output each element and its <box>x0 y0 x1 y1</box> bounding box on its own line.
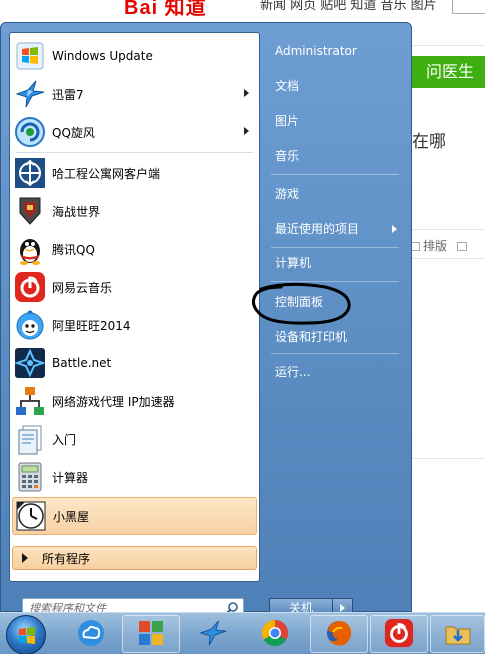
divider <box>410 258 485 259</box>
right-item-label: 图片 <box>275 114 300 128</box>
image-icon <box>457 242 468 251</box>
program-netease-music[interactable]: 网易云音乐 <box>12 268 257 306</box>
baidu-zhidao-logo[interactable]: Bai 知道 <box>124 0 207 20</box>
program-battlenet[interactable]: Battle.net <box>12 344 257 382</box>
getting-started-icon <box>14 423 46 455</box>
program-label: 腾讯QQ <box>52 242 95 257</box>
start-orb-icon[interactable] <box>6 615 46 654</box>
expand-arrow-icon <box>22 553 28 563</box>
program-xiaoheiwu[interactable]: 小黑屋 <box>12 497 257 535</box>
right-item-run[interactable]: 运行... <box>267 359 403 385</box>
program-tencent-qq[interactable]: 腾讯QQ <box>12 230 257 268</box>
right-item-music[interactable]: 音乐 <box>267 143 403 169</box>
taskbar-downloads-folder[interactable] <box>430 615 485 653</box>
cloud-sync-icon <box>76 618 106 651</box>
divider <box>271 353 399 354</box>
right-item-label: 计算机 <box>275 256 312 270</box>
metro-tiles-icon <box>137 619 165 650</box>
top-nav-links[interactable]: 新闻 网页 贴吧 知道 音乐 图片 <box>260 0 437 13</box>
netease-music-icon <box>384 618 414 651</box>
taskbar <box>0 612 485 654</box>
right-item-label: 运行... <box>275 365 311 379</box>
program-qq-xuanfeng[interactable]: QQ旋风 <box>12 113 257 151</box>
program-label: 入门 <box>52 432 77 447</box>
taskbar-chrome[interactable] <box>246 615 304 653</box>
folder-download-icon <box>443 618 473 651</box>
firefox-icon <box>324 618 354 651</box>
right-item-administrator[interactable]: Administrator <box>267 38 403 64</box>
programs-pane: Windows Update 迅雷7 QQ旋风 哈工程公寓网客户端 海战世界 腾… <box>9 32 260 582</box>
layout-label: 排版 <box>423 239 448 253</box>
divider <box>271 174 399 175</box>
program-game-ip-accelerator[interactable]: 网络游戏代理 IP加速器 <box>12 382 257 420</box>
start-menu: Windows Update 迅雷7 QQ旋风 哈工程公寓网客户端 海战世界 腾… <box>0 22 412 618</box>
network-accelerator-icon <box>14 385 46 417</box>
right-item-label: 最近使用的项目 <box>275 222 360 236</box>
program-label: 网易云音乐 <box>52 280 113 295</box>
submenu-arrow-icon[interactable] <box>244 127 249 135</box>
program-label: QQ旋风 <box>52 125 95 140</box>
right-item-documents[interactable]: 文档 <box>267 73 403 99</box>
divider <box>410 45 485 46</box>
program-xunlei7[interactable]: 迅雷7 <box>12 75 257 113</box>
program-label: 小黑屋 <box>53 509 90 524</box>
program-getting-started[interactable]: 入门 <box>12 420 257 458</box>
taskbar-cloud-sync[interactable] <box>62 615 120 653</box>
qq-penguin-icon <box>14 233 46 265</box>
hand-drawn-circle-annotation <box>252 282 351 325</box>
warship-icon <box>14 195 46 227</box>
submenu-arrow-icon <box>392 225 397 233</box>
program-aliwangwang[interactable]: 阿里旺旺2014 <box>12 306 257 344</box>
program-calculator[interactable]: 计算器 <box>12 458 257 496</box>
top-search-box[interactable] <box>452 0 485 14</box>
ask-doctor-tab[interactable]: 问医生 <box>412 56 485 88</box>
calculator-icon <box>14 461 46 493</box>
divider <box>16 152 253 153</box>
right-item-recent-items[interactable]: 最近使用的项目 <box>267 216 403 242</box>
battlenet-icon <box>13 347 47 379</box>
taskbar-firefox[interactable] <box>310 615 368 653</box>
netease-music-icon <box>14 271 46 303</box>
right-item-label: 设备和打印机 <box>275 330 348 344</box>
clock-icon <box>15 500 47 532</box>
program-label: 海战世界 <box>52 204 101 219</box>
program-label: 哈工程公寓网客户端 <box>52 166 161 181</box>
xunlei-bird-icon <box>198 618 228 651</box>
right-item-pictures[interactable]: 图片 <box>267 108 403 134</box>
all-programs-label: 所有程序 <box>42 551 91 566</box>
submenu-arrow-icon[interactable] <box>244 89 249 97</box>
right-item-label: 文档 <box>275 79 300 93</box>
all-programs-button[interactable]: 所有程序 <box>12 546 257 570</box>
program-label: 网络游戏代理 IP加速器 <box>52 394 175 409</box>
qq-whirlwind-icon <box>14 116 46 148</box>
right-item-label: Administrator <box>275 44 357 58</box>
taskbar-netease-music[interactable] <box>370 615 428 653</box>
right-item-label: 游戏 <box>275 187 300 201</box>
divider <box>410 458 485 459</box>
network-client-icon <box>14 157 46 189</box>
windows-update-icon <box>14 40 46 72</box>
right-item-games[interactable]: 游戏 <box>267 181 403 207</box>
divider <box>410 229 485 230</box>
right-item-label: 音乐 <box>275 149 300 163</box>
program-label: 计算器 <box>52 470 89 485</box>
program-warships[interactable]: 海战世界 <box>12 192 257 230</box>
question-title-fragment: 在哪 <box>412 132 446 152</box>
aliwangwang-icon <box>14 309 46 341</box>
program-hrbeu-apartment-client[interactable]: 哈工程公寓网客户端 <box>12 154 257 192</box>
right-item-devices-printers[interactable]: 设备和打印机 <box>267 324 403 350</box>
program-label: 阿里旺旺2014 <box>52 318 131 333</box>
taskbar-metro-tiles[interactable] <box>122 615 180 653</box>
program-windows-update[interactable]: Windows Update <box>12 37 257 75</box>
chrome-icon <box>260 618 290 651</box>
program-label: Windows Update <box>52 49 153 63</box>
program-label: Battle.net <box>52 356 112 370</box>
right-item-computer[interactable]: 计算机 <box>267 250 403 276</box>
xunlei-bird-icon <box>14 78 46 110</box>
divider <box>271 247 399 248</box>
layout-tool[interactable]: 排版 <box>410 237 470 254</box>
taskbar-xunlei[interactable] <box>184 615 242 653</box>
program-label: 迅雷7 <box>52 87 84 102</box>
